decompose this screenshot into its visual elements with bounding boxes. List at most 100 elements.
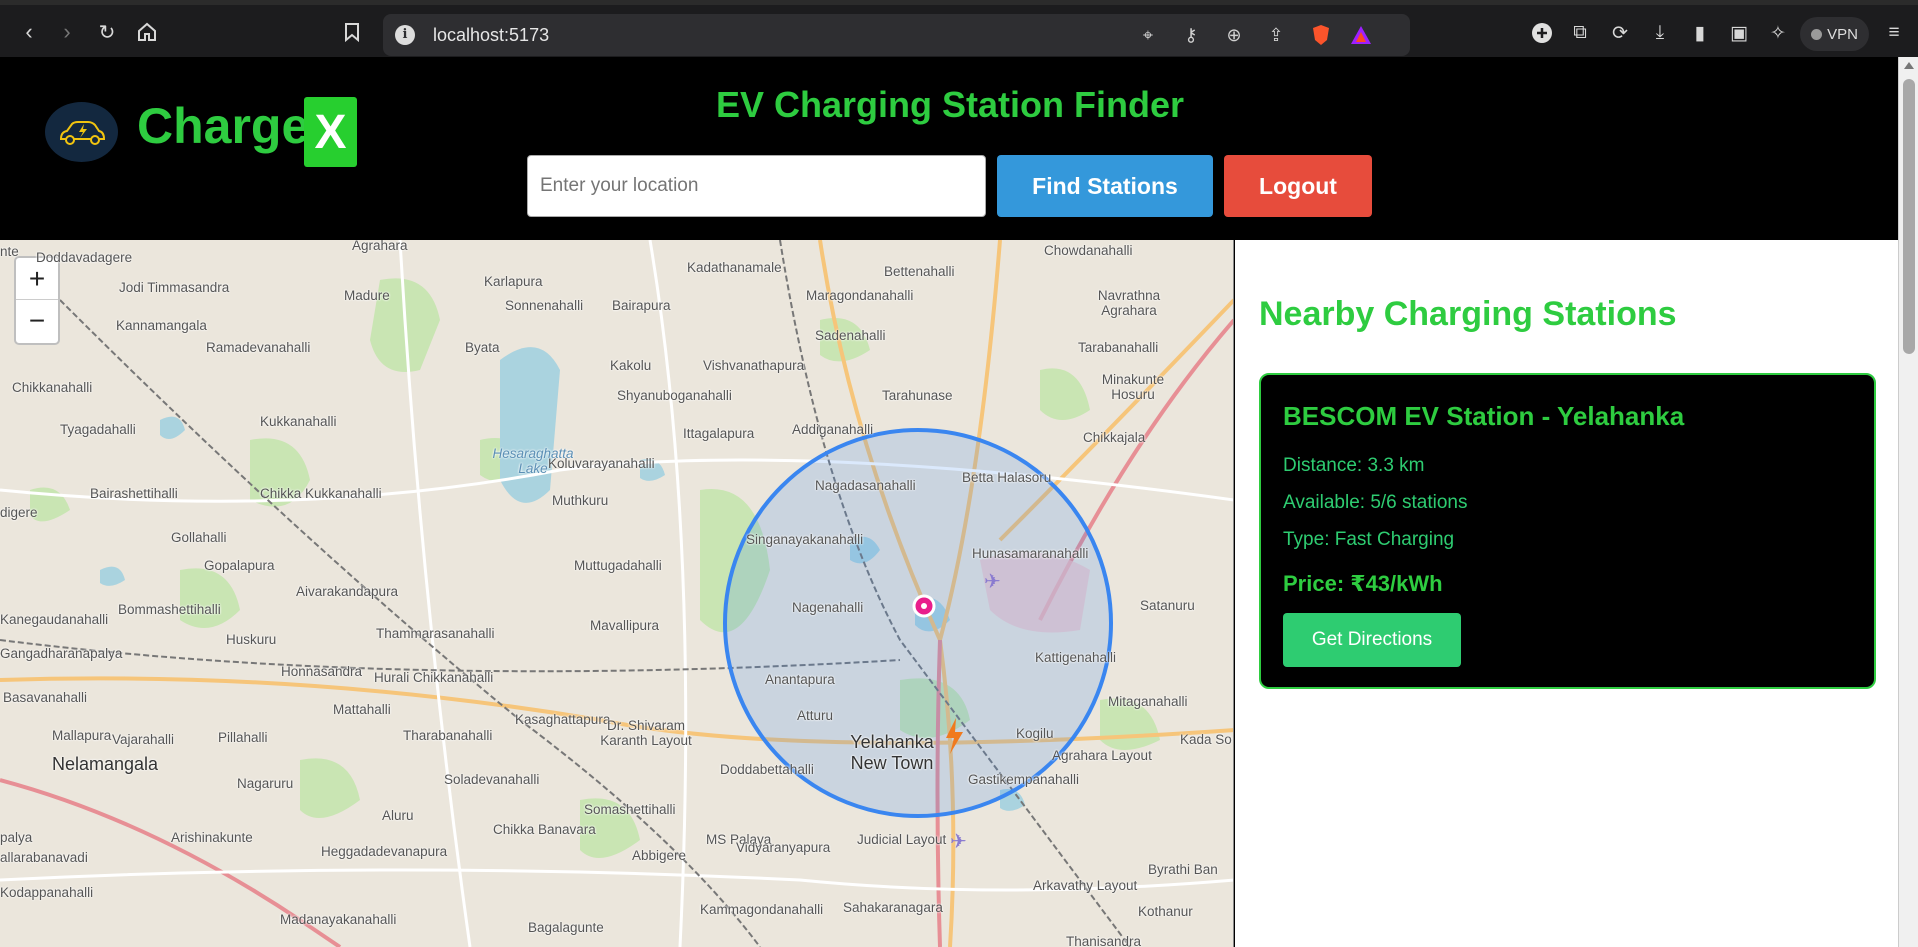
map-place-label: Ramadevanahalli — [206, 340, 311, 355]
get-directions-button[interactable]: Get Directions — [1283, 613, 1461, 667]
logout-button[interactable]: Logout — [1224, 155, 1372, 217]
find-stations-button[interactable]: Find Stations — [997, 155, 1213, 217]
map-place-label: Sonnenahalli — [505, 298, 584, 313]
map-place-label: Muthkuru — [552, 493, 609, 508]
map-place-label: Betta Halasoru — [962, 470, 1052, 485]
map-place-label: Mitaganahalli — [1108, 694, 1188, 709]
map-place-label: Vidyaranyapura — [736, 840, 831, 855]
scroll-thumb[interactable] — [1903, 79, 1915, 354]
map-place-label: Anantapura — [765, 672, 835, 687]
app-header: Charge X EV Charging Station Finder Find… — [0, 57, 1898, 240]
zoom-out-button[interactable]: − — [16, 300, 58, 342]
site-info-icon[interactable]: i — [395, 25, 415, 45]
map-place-label: Dr. Shivaram Karanth Layout — [600, 718, 692, 748]
map-place-label: Mallapura — [52, 728, 112, 743]
map-place-label: Mattahalli — [333, 702, 391, 717]
map-place-label: Mavallipura — [590, 618, 660, 633]
map-place-label: Nagadasanahalli — [815, 478, 916, 493]
ai-sparkle-icon[interactable]: ✧ — [1764, 19, 1792, 47]
station-name: BESCOM EV Station - Yelahanka — [1283, 401, 1685, 431]
map-view[interactable]: ✈ ✈ + − Doddavadagere Agrahara Karlapura Ka… — [0, 240, 1234, 947]
sidebar-icon[interactable]: ▮ — [1686, 19, 1714, 47]
vpn-button[interactable]: VPN — [1800, 17, 1869, 51]
map-place-label: Bairapura — [612, 298, 671, 313]
map-place-label: Pillahalli — [218, 730, 268, 745]
map-place-label: Nagenahalli — [792, 600, 864, 615]
leo-icon[interactable]: ⟳ — [1606, 19, 1634, 47]
map-place-label: Madanayakanahalli — [280, 912, 397, 927]
forward-icon[interactable]: › — [52, 17, 82, 47]
map-place-label: Tarabanahalli — [1078, 340, 1159, 355]
map-place-label: Chikka Kukkanahalli — [260, 486, 382, 501]
page-scrollbar[interactable] — [1898, 57, 1918, 947]
station-availability: Available: 5/6 stations — [1283, 492, 1468, 513]
map-place-label: Chikkanahalli — [12, 380, 93, 395]
brave-shield-icon[interactable] — [1308, 22, 1334, 48]
map-place-label: Gastikempanahalli — [968, 772, 1080, 787]
map-place-label: Kogilu — [1016, 726, 1054, 741]
add-icon[interactable] — [1528, 19, 1556, 47]
map-place-label: Judicial Layout — [857, 832, 947, 847]
location-input[interactable] — [527, 155, 986, 217]
map-place-label: Kattigenahalli — [1035, 650, 1117, 665]
map-place-label: Satanuru — [1140, 598, 1195, 613]
map-place-label: Jodi Timmasandra — [119, 280, 230, 295]
map-place-label: Vishvanathapura — [703, 358, 805, 373]
map-place-label: Yelahanka New Town — [850, 732, 934, 773]
station-type: Type: Fast Charging — [1283, 529, 1455, 550]
scroll-up-icon[interactable] — [1904, 62, 1914, 69]
back-icon[interactable]: ‹ — [14, 17, 44, 47]
map-place-label: Navrathna Agrahara — [1097, 288, 1161, 318]
stations-panel: Nearby Charging Stations BESCOM EV Stati… — [1235, 240, 1898, 947]
map-place-label: Byata — [465, 340, 500, 355]
map-place-label: Bettenahalli — [884, 264, 955, 279]
map-place-label: Hurali Chikkanahalli — [374, 670, 494, 685]
map-place-label: Gollahalli — [171, 530, 227, 545]
map-place-label: Atturu — [797, 708, 834, 723]
key-icon[interactable]: ⚷ — [1178, 22, 1204, 48]
map-place-label: Heggadadevanapura — [321, 844, 448, 859]
map-place-label: Kukkanahalli — [260, 414, 337, 429]
map-place-label: Agrahara — [352, 240, 408, 253]
map-place-label: Arkavathy Layout — [1033, 878, 1138, 893]
map-place-label: Thanisandra — [1066, 934, 1142, 947]
zoom-control: + − — [14, 256, 60, 345]
map-place-label: Basavanahalli — [3, 690, 88, 705]
brand-name: Charge — [137, 98, 310, 154]
share-icon[interactable]: ⇪ — [1263, 22, 1289, 48]
map-place-label: Kada So — [1180, 732, 1232, 747]
download-icon[interactable]: ⤓ — [1646, 19, 1674, 47]
airport-icon-2: ✈ — [950, 829, 967, 853]
bookmark-icon[interactable] — [337, 17, 367, 47]
map-place-label: palya — [0, 830, 33, 845]
menu-icon[interactable]: ≡ — [1880, 19, 1908, 47]
location-pin-icon[interactable]: ⌖ — [1135, 22, 1161, 48]
map-place-label: Chikkajala — [1083, 430, 1146, 445]
map-place-label: Kadathanamale — [687, 260, 782, 275]
map-place-label: Gopalapura — [204, 558, 275, 573]
wallet-icon[interactable]: ▣ — [1725, 19, 1753, 47]
map-place-label: Aluru — [382, 808, 414, 823]
vpn-label: VPN — [1827, 25, 1858, 43]
home-icon[interactable] — [132, 17, 162, 47]
address-bar[interactable]: i localhost:5173 ⌖ ⚷ ⊕ ⇪ — [383, 14, 1410, 56]
browser-toolbar: ‹ › ↻ i localhost:5173 ⌖ ⚷ ⊕ ⇪ ⧉ ⟳ ⤓ ▮ ▣… — [0, 0, 1918, 57]
map-place-label: Bairashettihalli — [90, 486, 178, 501]
map-place-label: Bagalagunte — [528, 920, 604, 935]
reload-icon[interactable]: ↻ — [92, 17, 122, 47]
brave-rewards-icon[interactable] — [1348, 22, 1374, 48]
map-place-label: Tharabanahalli — [403, 728, 493, 743]
map-place-label: Kannamangala — [116, 318, 207, 333]
extensions-icon[interactable]: ⧉ — [1566, 19, 1594, 47]
station-card[interactable]: BESCOM EV Station - Yelahanka Distance: … — [1259, 373, 1876, 689]
map-place-label: Kodappanahalli — [0, 885, 94, 900]
zoom-icon[interactable]: ⊕ — [1221, 22, 1247, 48]
map-place-label: allarabanavadi — [0, 850, 88, 865]
url-text: localhost:5173 — [433, 25, 550, 45]
map-place-label: Byrathi Ban — [1148, 862, 1218, 877]
car-charge-icon — [59, 121, 105, 145]
map-place-label: Abbigere — [632, 848, 687, 863]
map-place-label: Chikka Banavara — [493, 822, 596, 837]
map-place-label: Nelamangala — [52, 754, 159, 774]
map-place-label: Tarahunase — [882, 388, 953, 403]
